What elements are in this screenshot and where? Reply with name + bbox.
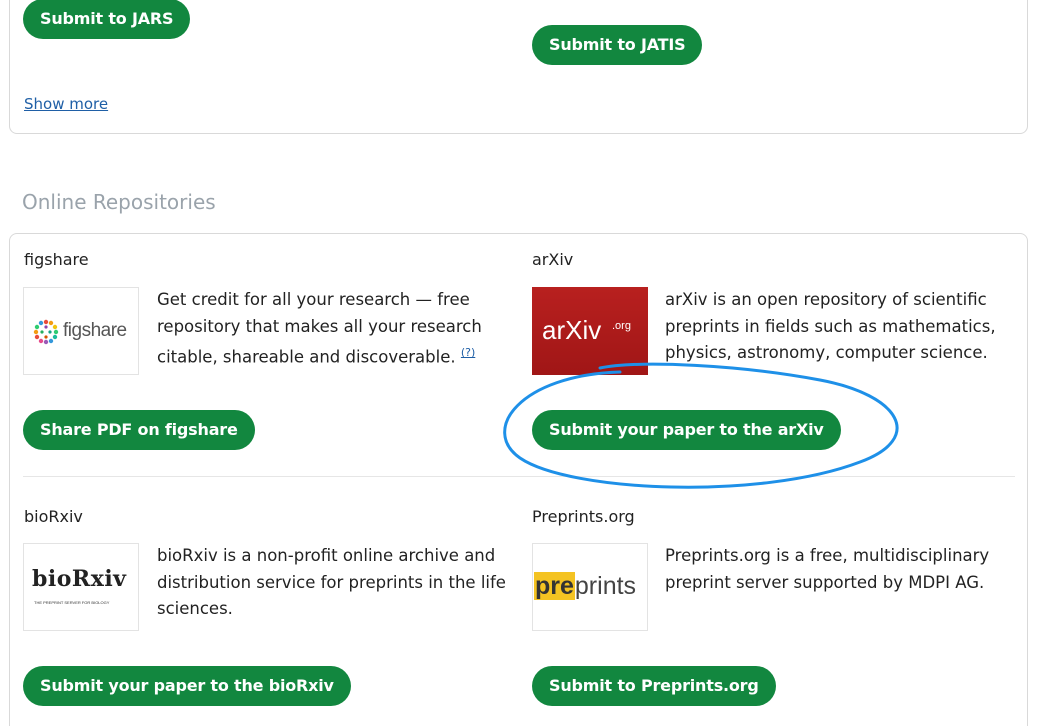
- preprints-description: Preprints.org is a free, multidisciplina…: [665, 546, 990, 592]
- biorxiv-description: bioRxiv is a non-profit online archive a…: [157, 546, 506, 618]
- preprints-logo-rest: prints: [574, 572, 637, 600]
- biorxiv-logo-sub: THE PREPRINT SERVER FOR BIOLOGY: [34, 600, 110, 605]
- submit-biorxiv-button[interactable]: Submit your paper to the bioRxiv: [23, 666, 351, 706]
- submit-jars-button[interactable]: Submit to JARS: [23, 0, 191, 39]
- show-more-link[interactable]: Show more: [24, 95, 108, 113]
- submit-preprints-button[interactable]: Submit to Preprints.org: [532, 666, 776, 706]
- help-link[interactable]: (?): [461, 346, 475, 359]
- submit-jatis-button[interactable]: Submit to JATIS: [532, 25, 703, 65]
- biorxiv-name: bioRxiv: [24, 507, 83, 526]
- journals-card: Submit to JARS Submit to JATIS Show more: [9, 0, 1028, 134]
- figshare-logo-text: figshare: [63, 320, 127, 341]
- arxiv-logo: arXiv .org: [532, 287, 648, 375]
- figshare-name: figshare: [24, 250, 89, 269]
- preprints-logo: preprints: [532, 543, 648, 631]
- section-title: Online Repositories: [22, 190, 216, 214]
- arxiv-logo-suffix: .org: [612, 320, 631, 332]
- submit-arxiv-button[interactable]: Submit your paper to the arXiv: [532, 410, 841, 450]
- biorxiv-logo: bioRxiv THE PREPRINT SERVER FOR BIOLOGY: [23, 543, 139, 631]
- preprints-name: Preprints.org: [532, 507, 635, 526]
- preprints-logo-pre: pre: [534, 572, 575, 600]
- figshare-description-text: Get credit for all your research — free …: [157, 290, 482, 367]
- arxiv-description: arXiv is an open repository of scientifi…: [665, 290, 996, 362]
- arxiv-name: arXiv: [532, 250, 574, 269]
- biorxiv-logo-text: bioRxiv: [32, 566, 127, 592]
- repositories-card: figshare figshare Get credit for all you…: [9, 233, 1028, 726]
- figshare-logo: figshare: [23, 287, 139, 375]
- arxiv-logo-text: arXiv: [542, 315, 602, 345]
- share-figshare-button[interactable]: Share PDF on figshare: [23, 410, 255, 450]
- preprints-logo-text: preprints: [534, 571, 636, 601]
- row-divider: [23, 476, 1015, 477]
- figshare-description: Get credit for all your research — free …: [157, 287, 519, 371]
